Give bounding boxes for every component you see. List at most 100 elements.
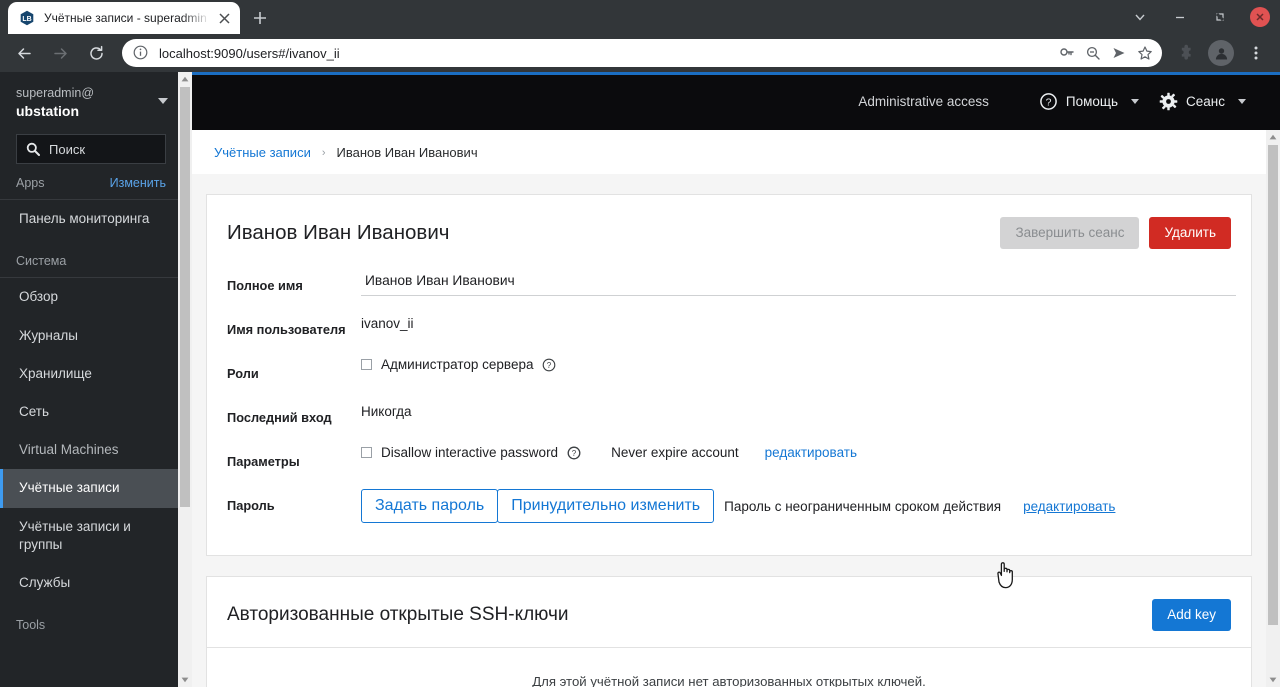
breadcrumb-parent-link[interactable]: Учётные записи: [214, 145, 311, 160]
sidebar-item-services[interactable]: Службы: [0, 564, 180, 602]
sidebar-item-network[interactable]: Сеть: [0, 393, 180, 431]
main-content: Учётные записи › Иванов Иван Иванович Ив…: [192, 130, 1266, 687]
sidebar: superadmin@ ubstation Поиск Apps Изменит…: [0, 72, 180, 687]
breadcrumb-current: Иванов Иван Иванович: [336, 145, 478, 160]
add-key-button[interactable]: Add key: [1152, 599, 1231, 632]
ssh-keys-empty-message: Для этой учётной записи нет авторизованн…: [532, 674, 926, 687]
new-tab-button[interactable]: [246, 4, 274, 32]
window-controls: [1120, 0, 1280, 34]
apps-section-header: Apps Изменить: [0, 164, 180, 201]
sidebar-item-label: Virtual Machines: [19, 442, 119, 458]
terminate-session-button[interactable]: Завершить сеанс: [1000, 217, 1140, 250]
info-circle-icon[interactable]: [132, 44, 150, 62]
browser-window: LB Учётные записи - superadmin localhost…: [0, 0, 1280, 687]
sidebar-scrollbar-thumb[interactable]: [180, 87, 190, 507]
force-change-password-button[interactable]: Принудительно изменить: [497, 489, 715, 524]
breadcrumb-separator-icon: ›: [321, 146, 326, 159]
sidebar-item-storage[interactable]: Хранилище: [0, 355, 180, 393]
form-row-roles: Роли Администратор сервера ?: [227, 357, 1231, 401]
scroll-down-icon[interactable]: [178, 673, 192, 687]
tab-close-icon[interactable]: [216, 10, 232, 26]
server-administrator-checkbox[interactable]: [361, 359, 372, 371]
page-scrollbar[interactable]: [1266, 130, 1280, 687]
scroll-down-icon[interactable]: [1266, 673, 1280, 687]
help-label: Помощь: [1065, 93, 1119, 109]
account-details-card: Иванов Иван Иванович Завершить сеанс Уда…: [206, 194, 1252, 557]
delete-button[interactable]: Удалить: [1149, 217, 1231, 250]
set-password-button[interactable]: Задать пароль: [361, 489, 499, 524]
apps-edit-link[interactable]: Изменить: [110, 176, 166, 190]
scroll-up-icon[interactable]: [1266, 130, 1280, 144]
full-name-input[interactable]: [361, 269, 1236, 297]
send-icon[interactable]: [1106, 40, 1132, 66]
chevron-down-icon[interactable]: [1120, 0, 1160, 34]
form-row-password: Пароль Задать пароль Принудительно измен…: [227, 489, 1231, 533]
minimize-icon[interactable]: [1160, 0, 1200, 34]
zoom-out-icon[interactable]: [1080, 40, 1106, 66]
sidebar-item-virtual-machines[interactable]: Virtual Machines: [0, 431, 180, 469]
search-icon: [26, 142, 40, 157]
site-favicon-icon: LB: [19, 10, 35, 26]
sidebar-group-label: Система: [16, 254, 67, 269]
account-card-header: Иванов Иван Иванович Завершить сеанс Уда…: [207, 195, 1251, 265]
password-edit-link[interactable]: редактировать: [1023, 499, 1115, 514]
disallow-interactive-password-label: Disallow interactive password: [381, 445, 559, 461]
back-arrow-icon[interactable]: [9, 38, 39, 68]
sidebar-group-system: Система: [0, 238, 180, 279]
address-bar[interactable]: localhost:9090/users#/ivanov_ii: [122, 39, 1162, 67]
last-login-value: Никогда: [361, 404, 412, 420]
sidebar-item-overview[interactable]: Обзор: [0, 278, 180, 316]
disallow-interactive-password-checkbox[interactable]: [361, 447, 372, 459]
server-administrator-label: Администратор сервера: [381, 357, 534, 373]
ssh-card-header: Авторизованные открытые SSH-ключи Add ke…: [207, 577, 1251, 647]
account-actions: Завершить сеанс Удалить: [1000, 217, 1231, 250]
close-window-button[interactable]: [1240, 0, 1280, 34]
sidebar-item-logs[interactable]: Журналы: [0, 317, 180, 355]
svg-text:?: ?: [1045, 96, 1051, 108]
full-name-label: Полное имя: [227, 278, 303, 294]
options-edit-link[interactable]: редактировать: [765, 445, 857, 460]
sidebar-item-dashboard[interactable]: Панель мониторинга: [0, 200, 180, 238]
session-menu[interactable]: Сеанс: [1153, 88, 1252, 115]
forward-arrow-icon[interactable]: [45, 38, 75, 68]
help-menu[interactable]: ? Помощь: [1033, 88, 1145, 115]
cockpit-topbar: Administrative access ? Помощь Сеанс: [180, 72, 1280, 130]
sidebar-item-accounts[interactable]: Учётные записи: [0, 469, 180, 508]
sidebar-item-accounts-and-groups[interactable]: Учётные записи и группы: [0, 508, 180, 564]
search-input[interactable]: Поиск: [16, 134, 166, 165]
session-label: Сеанс: [1186, 93, 1225, 109]
never-expire-account-note: Never expire account: [611, 445, 739, 461]
key-icon[interactable]: [1054, 40, 1080, 66]
search-placeholder: Поиск: [49, 141, 86, 157]
close-icon: [1250, 7, 1270, 27]
sidebar-item-label: Учётные записи: [19, 480, 120, 496]
last-login-label: Последний вход: [227, 410, 332, 426]
reload-icon[interactable]: [81, 38, 111, 68]
disallow-interactive-password-row[interactable]: Disallow interactive password: [361, 445, 558, 460]
restore-icon[interactable]: [1200, 0, 1240, 34]
url-text: localhost:9090/users#/ivanov_ii: [159, 45, 340, 61]
question-circle-icon[interactable]: ?: [567, 446, 581, 460]
apps-label: Apps: [16, 176, 45, 191]
password-expiry-note: Пароль с неограниченным сроком действия: [724, 498, 1002, 514]
username-value: ivanov_ii: [361, 316, 414, 332]
sidebar-item-label: Службы: [19, 575, 71, 591]
page-scrollbar-thumb[interactable]: [1268, 145, 1278, 625]
scroll-up-icon[interactable]: [178, 72, 192, 86]
server-administrator-checkbox-row[interactable]: Администратор сервера: [361, 357, 533, 372]
sidebar-item-label: Обзор: [19, 289, 58, 305]
browser-tab[interactable]: LB Учётные записи - superadmin: [8, 2, 240, 34]
host-switcher[interactable]: superadmin@ ubstation: [0, 72, 180, 130]
star-icon[interactable]: [1132, 40, 1158, 66]
sidebar-scrollbar[interactable]: [178, 72, 192, 687]
chevron-down-icon: [1131, 98, 1140, 104]
password-label: Пароль: [227, 498, 275, 514]
sidebar-item-label: Сеть: [19, 404, 50, 419]
sidebar-item-label: Хранилище: [19, 365, 92, 381]
host-name: ubstation: [16, 102, 79, 119]
three-dot-menu-icon[interactable]: [1241, 38, 1271, 68]
puzzle-extension-icon[interactable]: [1171, 38, 1201, 68]
profile-avatar-icon[interactable]: [1208, 40, 1234, 66]
svg-text:LB: LB: [22, 16, 31, 23]
question-circle-icon[interactable]: ?: [542, 358, 556, 372]
